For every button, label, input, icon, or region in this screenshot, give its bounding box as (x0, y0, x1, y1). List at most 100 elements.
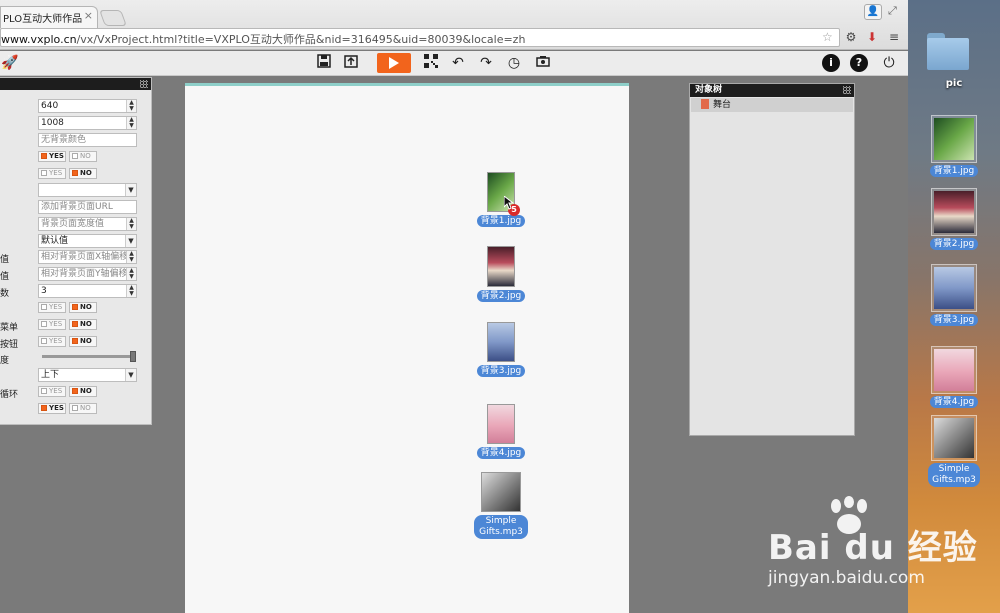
publish-button[interactable] (341, 54, 361, 73)
profile-icon[interactable]: 👤 (864, 4, 882, 20)
toggle-no-label: NO (80, 320, 92, 328)
save-icon (317, 54, 331, 68)
panel-grip-icon[interactable] (843, 86, 851, 94)
object-tree-title: 对象树 (695, 85, 723, 95)
slider-handle[interactable] (130, 351, 136, 362)
browser-tab[interactable]: PLO互动大师作品 × (0, 6, 98, 28)
image-thumbnail (931, 346, 977, 394)
canvas-asset-bg1[interactable]: 5 背景1.jpg (470, 172, 532, 227)
bg-width-stepper[interactable]: ▲ ▼ (126, 218, 136, 230)
tree-item-label: 舞台 (713, 100, 732, 110)
chevron-down-icon[interactable]: ▼ (125, 235, 136, 247)
screenshot-button[interactable] (533, 54, 553, 73)
bg-x-stepper[interactable]: ▲ ▼ (126, 251, 136, 263)
default-select[interactable]: 默认值 ▼ (38, 234, 137, 248)
desktop-file-bg4[interactable]: 背景4.jpg (908, 346, 1000, 408)
panel-grip-icon[interactable] (140, 80, 148, 88)
toggle-no-label: NO (80, 169, 92, 177)
bookmark-star-icon[interactable]: ☆ (822, 30, 833, 44)
toggle-no[interactable]: NO (69, 386, 97, 397)
image-thumbnail (931, 188, 977, 236)
stage-canvas[interactable] (185, 86, 629, 613)
rocket-icon[interactable]: 🚀 (0, 54, 20, 73)
undo-button[interactable]: ↶ (448, 54, 468, 73)
canvas-asset-music[interactable]: Simple Gifts.mp3 (470, 472, 532, 539)
toggle-no[interactable]: NO (69, 168, 97, 179)
toggle-yes[interactable]: YES (38, 319, 66, 330)
redo-button[interactable]: ↷ (476, 54, 496, 73)
image-thumbnail (931, 115, 977, 163)
bg-y-offset-input[interactable]: 相对背景页面Y轴偏移值 ▲ ▼ (38, 267, 137, 281)
chevron-down-icon[interactable]: ▼ (125, 369, 136, 381)
desktop-file-label: 背景1.jpg (929, 165, 979, 177)
tree-item-stage[interactable]: 舞台 (691, 98, 853, 112)
toggle-yes[interactable]: YES (38, 302, 66, 313)
desktop-file-label-line1: Simple (938, 464, 970, 474)
desktop-file-music[interactable]: Simple Gifts.mp3 (908, 415, 1000, 487)
fullscreen-icon[interactable]: ⤢ (888, 4, 897, 18)
image-thumbnail (931, 264, 977, 312)
canvas-asset-bg4[interactable]: 背景4.jpg (470, 404, 532, 459)
desktop-file-label-line2: Gifts.mp3 (932, 475, 976, 485)
toggle-yes-label: YES (49, 152, 64, 160)
canvas-asset-bg3[interactable]: 背景3.jpg (470, 322, 532, 377)
extension-gear-icon[interactable]: ⚙ (843, 29, 859, 45)
toggle-no[interactable]: NO (69, 403, 97, 414)
close-tab-icon[interactable]: × (84, 9, 93, 22)
direction-select[interactable]: 上下 ▼ (38, 368, 137, 382)
new-tab-button[interactable] (99, 10, 127, 26)
desktop-file-label: 背景4.jpg (929, 396, 979, 408)
toggle-no[interactable]: NO (69, 302, 97, 313)
direction-value: 上下 (41, 370, 60, 380)
toggle-yes-label: YES (49, 404, 64, 412)
bg-x-offset-input[interactable]: 相对背景页面X轴偏移值 ▲ ▼ (38, 250, 137, 264)
save-button[interactable] (314, 54, 334, 73)
power-icon[interactable]: ⏻ (880, 54, 898, 72)
image-thumbnail (487, 404, 515, 444)
toggle-no[interactable]: NO (69, 319, 97, 330)
extension-download-icon[interactable]: ⬇ (864, 29, 880, 45)
info-icon[interactable]: i (822, 54, 840, 72)
toggle-yes[interactable]: YES (38, 403, 66, 414)
height-input[interactable]: 1008 ▲ ▼ (38, 116, 137, 130)
folder-icon[interactable] (927, 33, 969, 70)
menu-icon[interactable]: ≡ (886, 29, 902, 45)
preview-play-button[interactable] (377, 53, 411, 73)
toggle-yes[interactable]: YES (38, 168, 66, 179)
bg-select[interactable]: ▼ (38, 183, 137, 197)
height-stepper[interactable]: ▲ ▼ (126, 117, 136, 129)
asset-label: 背景3.jpg (476, 365, 526, 377)
toggle-no[interactable]: NO (69, 151, 97, 162)
count-input[interactable]: 3 ▲ ▼ (38, 284, 137, 298)
toggle-yes[interactable]: YES (38, 336, 66, 347)
bg-y-stepper[interactable]: ▲ ▼ (126, 268, 136, 280)
asset-label: 背景4.jpg (476, 447, 526, 459)
history-icon: ◷ (507, 55, 521, 71)
qr-code-button[interactable] (421, 54, 441, 73)
history-button[interactable]: ◷ (504, 54, 524, 73)
toggle-no[interactable]: NO (69, 336, 97, 347)
bg-width-input[interactable]: 背景页面宽度值 ▲ ▼ (38, 217, 137, 231)
desktop-file-bg1[interactable]: 背景1.jpg (908, 115, 1000, 177)
image-thumbnail (487, 322, 515, 362)
toggle-yes[interactable]: YES (38, 151, 66, 162)
chevron-down-icon[interactable]: ▼ (125, 184, 136, 196)
toggle-yes-label: YES (49, 303, 63, 311)
width-stepper[interactable]: ▲ ▼ (126, 100, 136, 112)
field-label: 数 (0, 289, 10, 299)
bg-url-placeholder: 添加背景页面URL (41, 202, 113, 212)
properties-panel-header (0, 78, 151, 90)
desktop-file-bg3[interactable]: 背景3.jpg (908, 264, 1000, 326)
count-stepper[interactable]: ▲ ▼ (126, 285, 136, 297)
width-input[interactable]: 640 ▲ ▼ (38, 99, 137, 113)
bg-url-input[interactable]: 添加背景页面URL (38, 200, 137, 214)
address-bar[interactable]: www.vxplo.cn/vx/VxProject.html?title=VXP… (0, 28, 840, 47)
bg-color-input[interactable]: 无背景颜色 (38, 133, 137, 147)
field-label: 度 (0, 356, 10, 366)
canvas-asset-bg2[interactable]: 背景2.jpg (470, 246, 532, 302)
toggle-yes[interactable]: YES (38, 386, 66, 397)
qr-code-icon (424, 54, 438, 68)
opacity-slider[interactable] (42, 351, 136, 362)
desktop-file-bg2[interactable]: 背景2.jpg (908, 188, 1000, 250)
help-icon[interactable]: ? (850, 54, 868, 72)
